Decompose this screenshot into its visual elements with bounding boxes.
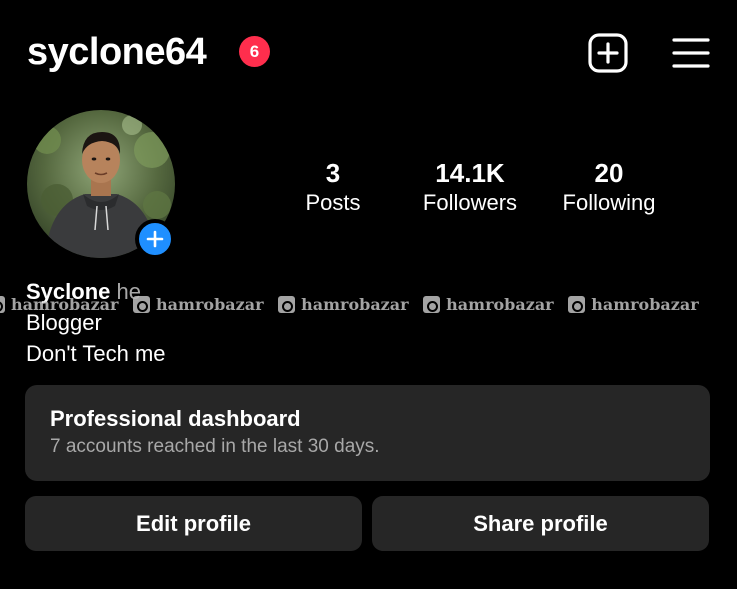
- watermark: hamrobazar: [568, 294, 699, 316]
- plus-square-icon: [588, 33, 628, 73]
- following-stat[interactable]: 20 Following: [550, 158, 668, 217]
- followers-stat[interactable]: 14.1K Followers: [410, 158, 530, 217]
- profile-header: syclone64 6: [0, 0, 737, 110]
- watermark-logo-icon: [0, 296, 5, 313]
- add-story-button[interactable]: [135, 219, 175, 259]
- share-profile-button[interactable]: Share profile: [372, 496, 709, 551]
- profile-username[interactable]: syclone64: [27, 30, 207, 74]
- watermark: hamrobazar: [278, 294, 409, 316]
- hamburger-menu-icon: [672, 38, 710, 68]
- edit-profile-button[interactable]: Edit profile: [25, 496, 362, 551]
- dashboard-title: Professional dashboard: [50, 406, 301, 431]
- posts-stat[interactable]: 3 Posts: [293, 158, 373, 217]
- menu-button[interactable]: [672, 36, 710, 70]
- watermark-logo-icon: [423, 296, 441, 313]
- watermark: hamrobazar: [133, 294, 264, 316]
- notification-badge[interactable]: 6: [239, 36, 270, 67]
- create-button[interactable]: [588, 33, 628, 73]
- watermark-text: hamrobazar: [156, 295, 264, 314]
- bio-line: Don't Tech me: [26, 341, 166, 366]
- professional-dashboard-card[interactable]: Professional dashboard 7 accounts reache…: [25, 385, 710, 481]
- following-count: 20: [594, 158, 624, 188]
- watermark-logo-icon: [133, 296, 151, 313]
- posts-label: Posts: [305, 190, 361, 215]
- watermark-text: hamrobazar: [301, 295, 409, 314]
- plus-icon: [146, 230, 164, 248]
- watermark: hamrobazar: [423, 294, 554, 316]
- dashboard-subtitle: 7 accounts reached in the last 30 days.: [50, 436, 380, 457]
- followers-count: 14.1K: [435, 158, 505, 188]
- watermark-strip: hamrobazar hamrobazar hamrobazar hamroba…: [0, 294, 737, 318]
- posts-count: 3: [325, 158, 341, 188]
- watermark-logo-icon: [278, 296, 296, 313]
- followers-label: Followers: [422, 190, 518, 215]
- avatar-container[interactable]: [27, 110, 177, 260]
- watermark-text: hamrobazar: [446, 295, 554, 314]
- profile-bio: Syclone he Blogger Don't Tech me: [26, 276, 166, 369]
- following-label: Following: [562, 190, 656, 215]
- watermark-text: hamrobazar: [591, 295, 699, 314]
- watermark-logo-icon: [568, 296, 586, 313]
- watermark: hamrobazar: [0, 294, 118, 316]
- watermark-text: hamrobazar: [11, 295, 119, 314]
